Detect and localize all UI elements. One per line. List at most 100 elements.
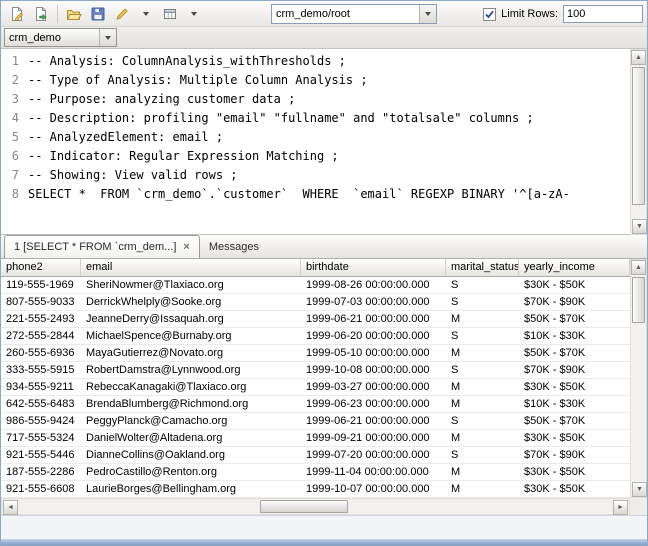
code-text: -- Type of Analysis: Multiple Column Ana… xyxy=(28,71,368,90)
line-number: 4 xyxy=(1,109,19,128)
scroll-down-icon[interactable]: ▼ xyxy=(632,482,647,497)
table-row[interactable]: 119-555-1969SheriNowmer@Tlaxiaco.org1999… xyxy=(1,277,630,294)
line-number: 5 xyxy=(1,128,19,147)
close-tab-icon[interactable]: × xyxy=(183,242,189,253)
table-cell: $30K - $50K xyxy=(519,379,630,395)
table-row[interactable]: 921-555-5446DianneCollins@Oakland.org199… xyxy=(1,447,630,464)
scroll-up-icon[interactable]: ▲ xyxy=(631,260,646,275)
scroll-left-icon[interactable]: ◄ xyxy=(3,500,18,515)
database-dropdown-button[interactable] xyxy=(99,29,116,46)
limit-rows-input[interactable] xyxy=(563,5,643,23)
table-row[interactable]: 986-555-9424PeggyPlanck@Camacho.org1999-… xyxy=(1,413,630,430)
table-cell: S xyxy=(446,447,519,463)
editor-line[interactable]: 2 -- Type of Analysis: Multiple Column An… xyxy=(1,71,629,90)
code-text: -- Analysis: ColumnAnalysis_withThreshol… xyxy=(28,52,346,71)
table-cell: BrendaBlumberg@Richmond.org xyxy=(81,396,301,412)
table-cell: $50K - $70K xyxy=(519,311,630,327)
table-row[interactable]: 221-555-2493JeanneDerry@Issaquah.org1999… xyxy=(1,311,630,328)
line-number: 7 xyxy=(1,166,19,185)
table-cell: 260-555-6936 xyxy=(1,345,81,361)
grid-horizontal-scrollbar[interactable]: ◄ ► xyxy=(1,498,630,515)
editor-actions-caret-icon xyxy=(143,12,149,16)
table-row[interactable]: 807-555-9033DerrickWhelply@Sooke.org1999… xyxy=(1,294,630,311)
table-row[interactable]: 187-555-2286PedroCastillo@Renton.org1999… xyxy=(1,464,630,481)
table-cell: DanielWolter@Altadena.org xyxy=(81,430,301,446)
scroll-up-icon[interactable]: ▲ xyxy=(631,50,646,65)
scroll-down-icon[interactable]: ▼ xyxy=(632,219,647,234)
column-header-yearly_income[interactable]: yearly_income xyxy=(519,259,630,276)
table-cell: 119-555-1969 xyxy=(1,277,81,293)
scroll-right-icon[interactable]: ► xyxy=(613,500,628,515)
editor-line[interactable]: 1 -- Analysis: ColumnAnalysis_withThresho… xyxy=(1,52,629,71)
database-selector[interactable]: crm_demo xyxy=(4,28,117,47)
table-cell: 642-555-6483 xyxy=(1,396,81,412)
code-text: -- AnalyzedElement: email ; xyxy=(28,128,223,147)
editor-actions-dropdown[interactable] xyxy=(134,3,158,25)
database-selector-value: crm_demo xyxy=(5,32,99,44)
editor-line[interactable]: 7-- Showing: View valid rows ; xyxy=(1,166,629,185)
line-number: 1 xyxy=(1,52,19,71)
table-row[interactable]: 921-555-6608LaurieBorges@Bellingham.org1… xyxy=(1,481,630,498)
table-cell: 1999-06-21 00:00:00.000 xyxy=(301,311,446,327)
table-cell: S xyxy=(446,362,519,378)
table-cell: M xyxy=(446,345,519,361)
connection-selector[interactable]: crm_demo/root xyxy=(271,4,437,24)
table-row[interactable]: 717-555-5324DanielWolter@Altadena.org199… xyxy=(1,430,630,447)
line-number: 2 xyxy=(1,71,19,90)
status-bar: Query executed in 8 ms. Number of rows r… xyxy=(1,515,647,541)
code-text: -- Indicator: Regular Expression Matchin… xyxy=(28,147,339,166)
grid-hscrollbar-thumb[interactable] xyxy=(260,500,348,513)
table-row[interactable]: 642-555-6483BrendaBlumberg@Richmond.org1… xyxy=(1,396,630,413)
table-cell: M xyxy=(446,379,519,395)
table-cell: S xyxy=(446,328,519,344)
grid-actions-dropdown[interactable] xyxy=(182,3,206,25)
table-row[interactable]: 272-555-2844MichaelSpence@Burnaby.org199… xyxy=(1,328,630,345)
edit-pencil-icon xyxy=(114,6,130,22)
save-button[interactable] xyxy=(86,3,110,25)
table-cell: M xyxy=(446,430,519,446)
result-grid-header: phone2emailbirthdatemarital_statusyearly… xyxy=(1,259,630,277)
table-cell: $30K - $50K xyxy=(519,277,630,293)
table-cell: 1999-08-26 00:00:00.000 xyxy=(301,277,446,293)
tab-result-1[interactable]: 1 [SELECT * FROM `crm_dem...] × xyxy=(4,235,200,258)
open-file-button[interactable] xyxy=(62,3,86,25)
editor-line[interactable]: 4-- Description: profiling "email" "full… xyxy=(1,109,629,128)
table-cell: SheriNowmer@Tlaxiaco.org xyxy=(81,277,301,293)
edit-button[interactable] xyxy=(110,3,134,25)
editor-line[interactable]: 8SELECT * FROM `crm_demo`.`customer` WHE… xyxy=(1,185,629,204)
editor-scrollbar-thumb[interactable] xyxy=(632,67,645,205)
save-icon xyxy=(90,6,106,22)
table-row[interactable]: 333-555-5915RobertDamstra@Lynnwood.org19… xyxy=(1,362,630,379)
new-sql-editor-icon xyxy=(9,6,25,22)
table-row[interactable]: 260-555-6936MayaGutierrez@Novato.org1999… xyxy=(1,345,630,362)
sql-editor[interactable]: 1 -- Analysis: ColumnAnalysis_withThresho… xyxy=(1,49,647,235)
grid-scrollbar-thumb[interactable] xyxy=(632,277,645,323)
table-cell: $70K - $90K xyxy=(519,294,630,310)
new-sql-editor-button[interactable] xyxy=(5,3,29,25)
connection-dropdown-button[interactable] xyxy=(419,5,436,23)
editor-line[interactable]: 6 -- Indicator: Regular Expression Matchi… xyxy=(1,147,629,166)
table-cell: 934-555-9211 xyxy=(1,379,81,395)
column-header-marital_status[interactable]: marital_status xyxy=(446,259,519,276)
editor-lines[interactable]: 1 -- Analysis: ColumnAnalysis_withThresho… xyxy=(1,52,629,234)
line-number: 6 xyxy=(1,147,19,166)
editor-line[interactable]: 3-- Purpose: analyzing customer data ; xyxy=(1,90,629,109)
sql-editor-window: crm_demo/root Limit Rows: crm_demo 1 -- A… xyxy=(0,0,648,546)
table-cell: 1999-07-03 00:00:00.000 xyxy=(301,294,446,310)
table-cell: 187-555-2286 xyxy=(1,464,81,480)
editor-vertical-scrollbar[interactable]: ▲ ▼ xyxy=(630,49,647,235)
code-text: SELECT * FROM `crm_demo`.`customer` WHER… xyxy=(28,185,570,204)
editor-line[interactable]: 5 -- AnalyzedElement: email ; xyxy=(1,128,629,147)
table-row[interactable]: 934-555-9211RebeccaKanagaki@Tlaxiaco.org… xyxy=(1,379,630,396)
column-header-phone2[interactable]: phone2 xyxy=(1,259,81,276)
table-cell: 921-555-5446 xyxy=(1,447,81,463)
tab-messages[interactable]: Messages xyxy=(200,235,268,258)
column-header-birthdate[interactable]: birthdate xyxy=(301,259,446,276)
limit-rows-label: Limit Rows: xyxy=(501,8,558,20)
grid-vertical-scrollbar[interactable]: ▲ ▼ xyxy=(630,259,647,498)
limit-rows-checkbox[interactable] xyxy=(483,8,496,21)
export-sql-button[interactable] xyxy=(29,3,53,25)
limit-rows-group: Limit Rows: xyxy=(483,5,643,23)
grid-view-button[interactable] xyxy=(158,3,182,25)
column-header-email[interactable]: email xyxy=(81,259,301,276)
